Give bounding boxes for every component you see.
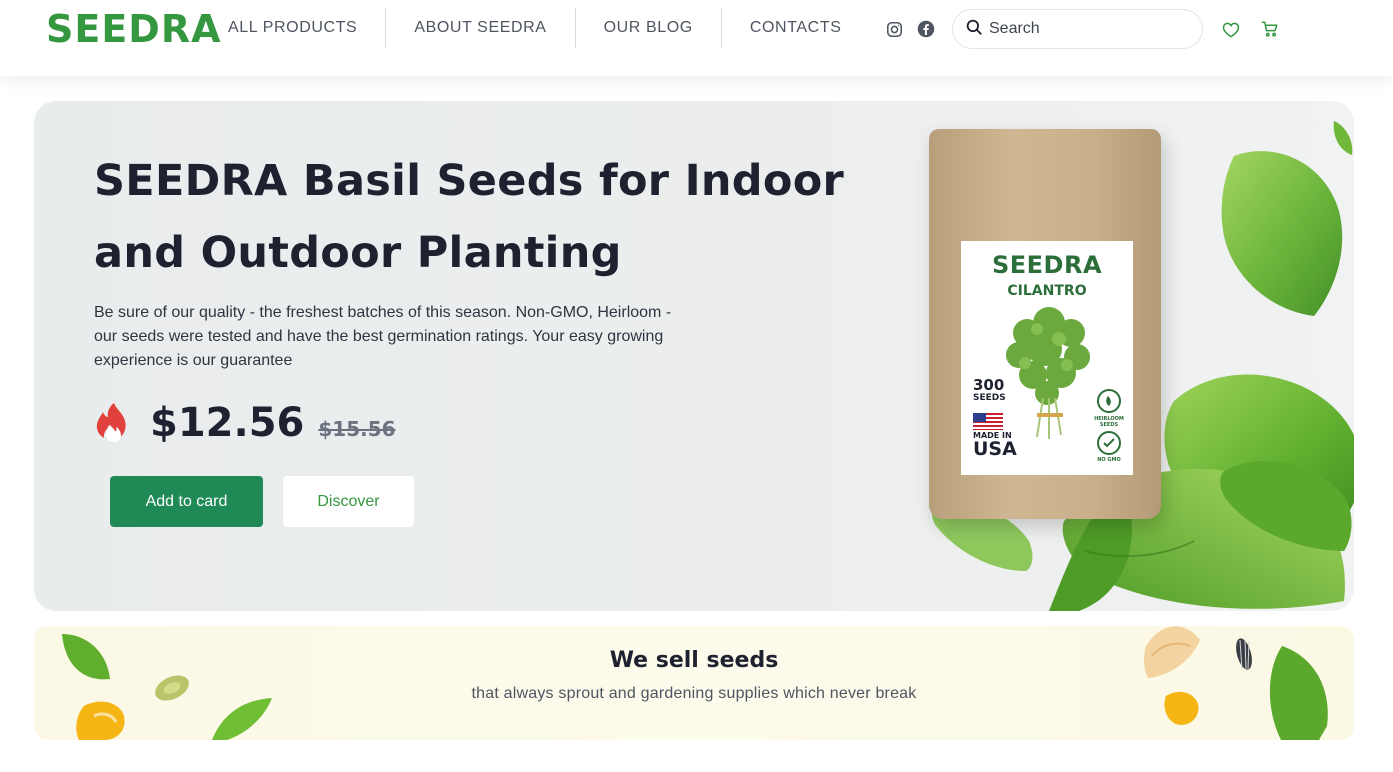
package-variety: CILANTRO bbox=[1007, 283, 1087, 299]
hero-title: SEEDRA Basil Seeds for Indoor and Outdoo… bbox=[94, 156, 845, 278]
seeds-banner: We sell seeds that always sprout and gar… bbox=[34, 626, 1354, 740]
cilantro-illustration bbox=[1006, 307, 1090, 439]
nav-contacts[interactable]: CONTACTS bbox=[722, 8, 870, 48]
nav-about-seedra[interactable]: ABOUT SEEDRA bbox=[386, 8, 574, 48]
fire-icon bbox=[96, 403, 126, 442]
no-gmo-badge-icon bbox=[1097, 431, 1121, 455]
facebook-icon[interactable] bbox=[916, 19, 936, 39]
current-price: $12.56 bbox=[150, 400, 305, 446]
search-input[interactable] bbox=[989, 20, 1189, 38]
nav-our-blog[interactable]: OUR BLOG bbox=[576, 8, 721, 48]
heirloom-badge-icon bbox=[1097, 389, 1121, 413]
site-header: SEEDRA ALL PRODUCTS ABOUT SEEDRA OUR BLO… bbox=[0, 0, 1393, 76]
main-nav: ALL PRODUCTS ABOUT SEEDRA OUR BLOG CONTA… bbox=[200, 8, 869, 48]
nav-all-products[interactable]: ALL PRODUCTS bbox=[200, 8, 385, 48]
instagram-icon[interactable] bbox=[884, 19, 904, 39]
package-brand: SEEDRA bbox=[991, 251, 1103, 279]
search-box[interactable] bbox=[952, 9, 1203, 49]
heirloom-badge-label: HEIRLOOM SEEDS bbox=[1094, 416, 1124, 428]
banner-subtitle: that always sprout and gardening supplie… bbox=[471, 685, 917, 702]
add-to-cart-button[interactable]: Add to card bbox=[110, 476, 263, 527]
package-label: SEEDRA CILANTRO 300 SEEDS MADE IN USA HE… bbox=[961, 241, 1133, 475]
usa-flag-icon bbox=[973, 413, 1003, 430]
old-price: $15.56 bbox=[318, 417, 396, 441]
banner-title: We sell seeds bbox=[609, 648, 779, 673]
heart-icon[interactable] bbox=[1221, 19, 1241, 39]
package-seed-count: 300 SEEDS bbox=[973, 376, 1006, 404]
hero-banner: SEEDRA Basil Seeds for Indoor and Outdoo… bbox=[34, 101, 1354, 611]
seedra-logo[interactable]: SEEDRA bbox=[46, 9, 222, 49]
seed-package-image: SEEDRA CILANTRO 300 SEEDS MADE IN USA HE… bbox=[929, 129, 1161, 519]
hero-description: Be sure of our quality - the freshest ba… bbox=[94, 304, 672, 369]
search-icon[interactable] bbox=[965, 18, 983, 40]
cart-icon[interactable] bbox=[1260, 19, 1280, 39]
price-row: $12.56 $15.56 bbox=[94, 396, 396, 450]
discover-button[interactable]: Discover bbox=[283, 476, 414, 527]
seeds-decoration-illustration bbox=[62, 626, 1328, 740]
no-gmo-badge-label: NO GMO bbox=[1097, 457, 1121, 463]
package-made-in: MADE IN USA bbox=[973, 431, 1017, 460]
